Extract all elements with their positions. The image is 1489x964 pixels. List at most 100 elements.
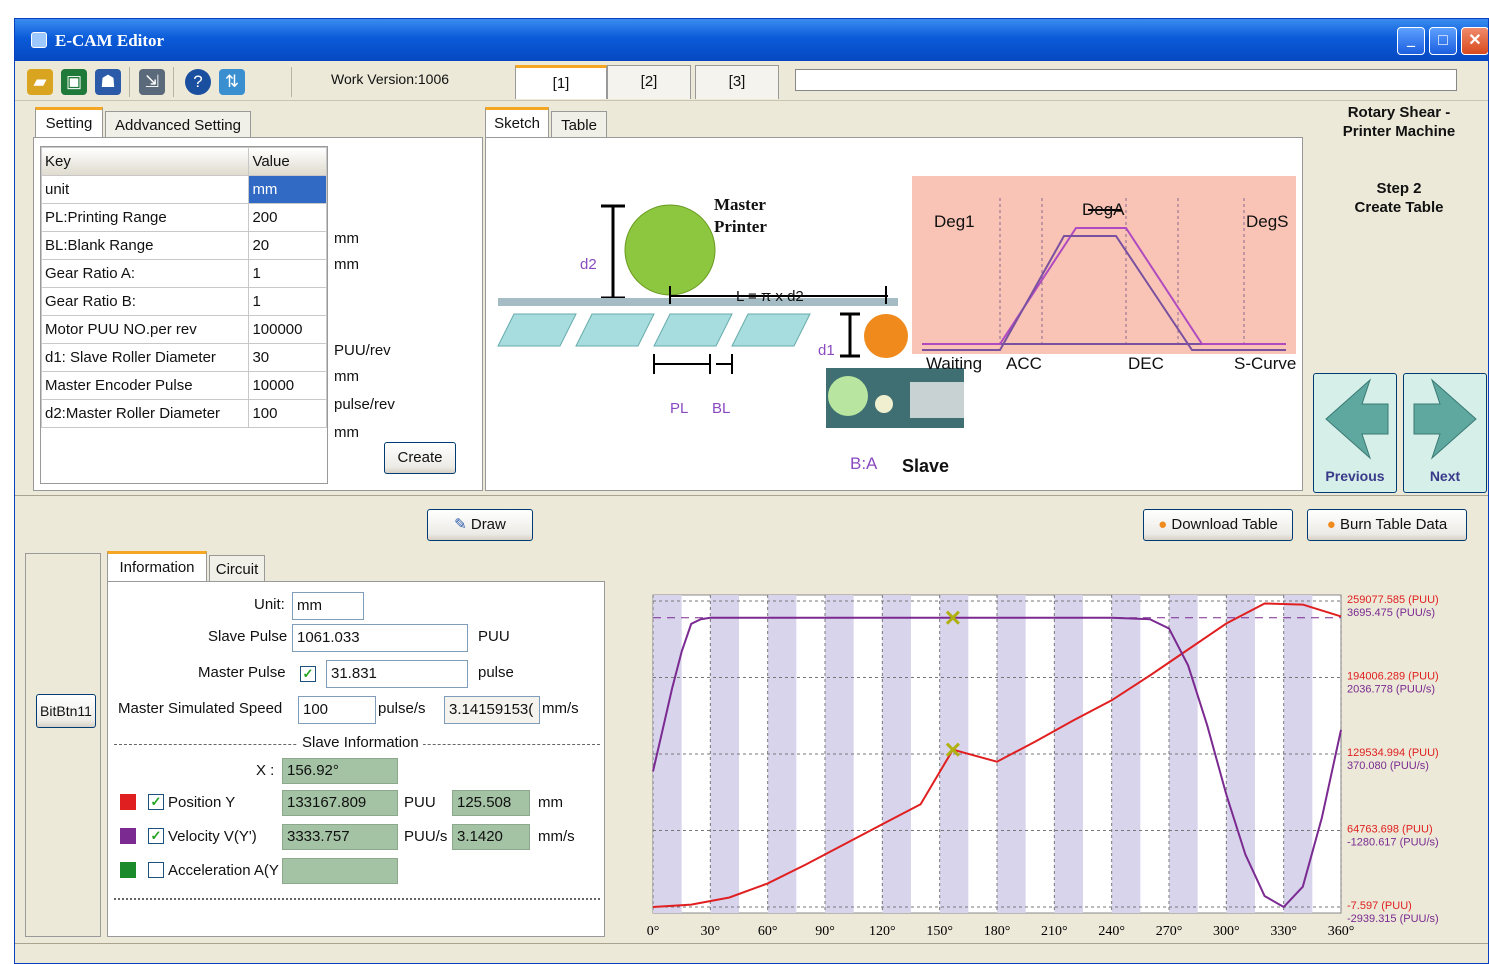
position-puu-value: 133167.809	[282, 790, 398, 816]
next-button[interactable]: Next	[1403, 373, 1487, 493]
table-row[interactable]: BL:Blank Range 20	[41, 231, 327, 260]
table-row[interactable]: PL:Printing Range 200	[41, 203, 327, 232]
speed-mm-field: 3.14159153(	[444, 696, 540, 724]
x-tick-label: 90°	[815, 924, 835, 939]
belt	[498, 298, 898, 306]
tab-3[interactable]: [3]	[695, 65, 779, 99]
table-row[interactable]: unit mm	[41, 175, 327, 204]
scurve-label: S-Curve	[1234, 354, 1297, 373]
accel-checkbox[interactable]	[148, 862, 164, 878]
velocity-color-swatch	[120, 828, 136, 844]
master-printer-label: Master Printer	[714, 195, 767, 236]
work-version-label: Work Version:1006	[331, 71, 450, 87]
step-panel: Rotary Shear - Printer Machine Step 2 Cr…	[1309, 103, 1488, 495]
status-bar	[15, 943, 1488, 963]
degs-label: DegS	[1246, 212, 1289, 231]
maximize-button[interactable]: □	[1429, 27, 1457, 55]
right-label-puu: 259077.585 (PUU)	[1347, 594, 1439, 606]
pencil-icon: ✎	[454, 516, 471, 533]
tab-1[interactable]: [1]	[515, 65, 607, 99]
speed-label: Master Simulated Speed	[118, 700, 283, 717]
signal-icon[interactable]: ⇅	[219, 69, 245, 95]
close-button[interactable]: ✕	[1461, 27, 1488, 55]
tab-setting[interactable]: Setting	[35, 107, 103, 137]
table-row[interactable]: Motor PUU NO.per rev 100000	[41, 315, 327, 344]
unit-puu-rev: PUU/rev	[334, 342, 391, 359]
settings-grid: Key Value unit mm PL:Printing Range 200 BL…	[40, 146, 328, 484]
bitbtn11-button[interactable]: BitBtn11	[36, 694, 96, 728]
unit-d2: mm	[334, 424, 359, 441]
motion-chart: 0° 30° 60° 90° 120° 150° 180° 210° 240° 270° 300° 3…	[625, 567, 1485, 939]
acc-label: ACC	[1006, 354, 1042, 373]
create-button[interactable]: Create	[384, 442, 456, 474]
sketch-panel: Master Printer d2 L = π x d2 d1 PL BL B:…	[485, 137, 1303, 491]
dec-label: DEC	[1128, 354, 1164, 373]
table-row[interactable]: d2:Master Roller Diameter 100	[41, 399, 327, 428]
accel-color-swatch	[120, 862, 136, 878]
position-label: Position Y	[168, 794, 236, 811]
pl-label: PL	[670, 400, 689, 417]
right-label-puus: -1280.617 (PUU/s)	[1347, 837, 1439, 849]
x-tick-label: 270°	[1156, 924, 1183, 939]
burn-icon: ●	[1326, 516, 1340, 533]
accel-label: Acceleration A(Y	[168, 862, 279, 879]
sheet	[497, 313, 577, 347]
save-icon[interactable]: ▣	[61, 69, 87, 95]
toolbar: ▰ ▣ ☗ ⇲ ? ⇅ Work Version:1006 [1] [2] [3…	[15, 61, 1488, 101]
settings-panel: Key Value unit mm PL:Printing Range 200 BL…	[33, 137, 483, 491]
unit-pl: mm	[334, 230, 359, 247]
x-tick-label: 60°	[758, 924, 778, 939]
draw-button[interactable]: ✎ Draw	[427, 509, 533, 541]
velocity-checkbox[interactable]: ✓	[148, 828, 164, 844]
position-puu-unit: PUU	[404, 794, 436, 811]
slave-pulse-input[interactable]: 1061.033	[292, 624, 468, 652]
master-pulse-input[interactable]: 31.831	[326, 660, 468, 688]
ecam-editor-window: E-CAM Editor _ □ ✕ ▰ ▣ ☗ ⇲ ? ⇅ Work Vers…	[14, 18, 1489, 964]
open-folder-icon[interactable]: ▰	[27, 69, 53, 95]
connect-icon[interactable]: ☗	[95, 69, 121, 95]
slave-pulse-label: Slave Pulse	[208, 628, 288, 645]
speed-input[interactable]: 100	[298, 696, 376, 724]
x-tick-label: 330°	[1270, 924, 1297, 939]
x-tick-label: 300°	[1213, 924, 1240, 939]
unit-bl: mm	[334, 256, 359, 273]
tab-sketch[interactable]: Sketch	[485, 107, 549, 137]
table-row[interactable]: d1: Slave Roller Diameter 30	[41, 343, 327, 372]
velocity-puu-unit: PUU/s	[404, 828, 448, 845]
previous-button[interactable]: Previous	[1313, 373, 1397, 493]
divider-bottom	[114, 898, 600, 900]
deg1-label: Deg1	[934, 212, 975, 231]
unit-pulse-rev: pulse/rev	[334, 396, 395, 413]
unit-input[interactable]: mm	[292, 592, 364, 620]
position-mm-unit: mm	[538, 794, 563, 811]
dega-label: DegA	[1082, 200, 1125, 219]
title-bar: E-CAM Editor _ □ ✕	[15, 19, 1488, 61]
velocity-mm-value: 3.1420	[452, 824, 530, 850]
minimize-button[interactable]: _	[1397, 27, 1425, 55]
x-tick-label: 30°	[701, 924, 721, 939]
table-row[interactable]: Gear Ratio B: 1	[41, 287, 327, 316]
right-label-puu: -7.597 (PUU)	[1347, 900, 1412, 912]
export-icon[interactable]: ⇲	[139, 69, 165, 95]
slave-label: Slave	[902, 456, 950, 476]
burn-table-button[interactable]: ● Burn Table Data	[1307, 509, 1467, 541]
help-icon[interactable]: ?	[185, 69, 211, 95]
master-roller	[624, 204, 716, 296]
x-tick-label: 120°	[869, 924, 896, 939]
master-pulse-checkbox[interactable]: ✓	[300, 666, 316, 682]
position-checkbox[interactable]: ✓	[148, 794, 164, 810]
tab-2[interactable]: [2]	[607, 65, 691, 99]
table-row[interactable]: Master Encoder Pulse 10000	[41, 371, 327, 400]
right-label-puus: -2939.315 (PUU/s)	[1347, 913, 1439, 925]
side-strip: BitBtn11	[25, 553, 101, 937]
x-tick-label: 240°	[1098, 924, 1125, 939]
x-value: 156.92°	[282, 758, 398, 784]
right-label-puu: 194006.289 (PUU)	[1347, 671, 1439, 683]
arrow-right-icon	[1413, 378, 1477, 460]
tab-information[interactable]: Information	[107, 551, 207, 581]
download-table-button[interactable]: ● Download Table	[1143, 509, 1293, 541]
slave-pulse-unit: PUU	[478, 628, 510, 645]
table-row[interactable]: Gear Ratio A: 1	[41, 259, 327, 288]
x-tick-label: 150°	[926, 924, 953, 939]
sheet	[575, 313, 655, 347]
